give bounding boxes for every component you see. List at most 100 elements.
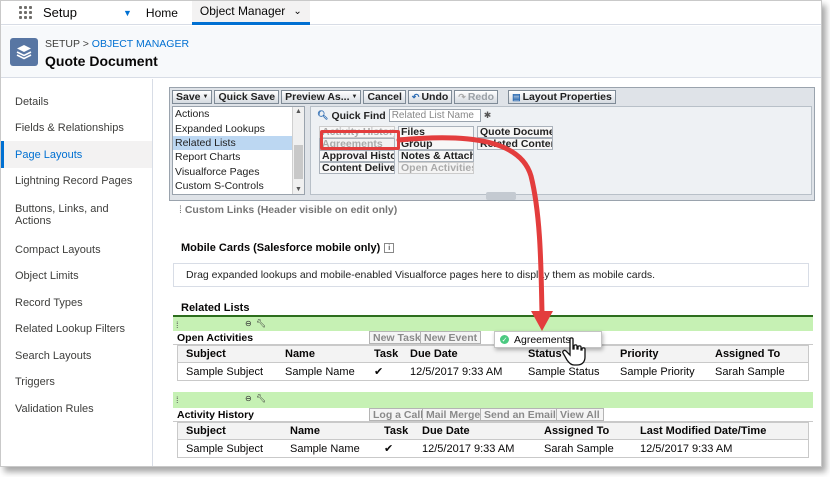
quick-save-button[interactable]: Quick Save — [214, 90, 280, 104]
table-cell: Sample Status — [528, 365, 600, 378]
quick-find: 🔍︎ Quick Find Related List Name ✱ — [317, 109, 491, 122]
palette-toolbar: Save ▼ Quick Save Preview As... ▼ Cancel ↶… — [172, 90, 616, 104]
scroll-down-icon[interactable]: ▼ — [295, 186, 302, 193]
app-launcher-icon[interactable] — [19, 5, 33, 20]
sidebar-item[interactable]: Object Limits — [1, 263, 152, 289]
table-cell: Sample Name — [290, 442, 360, 455]
scroll-up-icon[interactable]: ▲ — [295, 108, 302, 115]
layout-palette: Save ▼ Quick Save Preview As... ▼ Cancel ↶… — [169, 87, 815, 201]
nav-tab-object-manager[interactable]: Object Manager ⌄ — [191, 1, 310, 25]
main-content: Save ▼ Quick Save Preview As... ▼ Cancel ↶… — [153, 79, 821, 466]
redo-button[interactable]: ↷ Redo — [454, 90, 499, 104]
section-drag-bar[interactable]: ⁞ ⊖ 🔧︎ — [173, 315, 813, 331]
palette-item-open-activities[interactable]: Open Activities — [398, 162, 474, 174]
nav-home[interactable]: Home — [146, 6, 178, 20]
check-icon: ✓ — [500, 335, 509, 344]
palette-category-list[interactable]: Actions Expanded Lookups Related Lists Repo… — [172, 106, 305, 195]
palette-item-group[interactable]: Group — [398, 138, 474, 150]
table-header-row: Subject Name Task Due Date Assigned To Last M… — [178, 423, 808, 440]
palette-category-item[interactable]: Actions — [173, 107, 292, 121]
table-row: Sample Subject Sample Name ✔ 12/5/2017 9:33… — [178, 440, 808, 457]
log-a-call-button[interactable]: Log a Call — [369, 408, 428, 421]
drag-handle-icon[interactable]: ⁞ — [176, 320, 179, 330]
sidebar-item[interactable]: Page Layouts — [1, 141, 152, 168]
info-icon[interactable]: i — [384, 243, 395, 253]
column-header: Subject — [186, 348, 226, 360]
custom-links-note: (Header visible on edit only) — [257, 204, 398, 216]
chevron-down-icon[interactable]: ▼ — [123, 8, 132, 18]
custom-links-title: Custom Links — [184, 204, 255, 216]
new-event-button[interactable]: New Event — [420, 331, 482, 344]
sidebar-item[interactable]: Compact Layouts — [1, 236, 152, 263]
chevron-down-icon[interactable]: ⌄ — [293, 6, 301, 17]
related-list-name: Activity History — [177, 409, 255, 421]
mobile-cards-title: Mobile Cards (Salesforce mobile only) i — [181, 242, 395, 254]
sidebar-item[interactable]: Record Types — [1, 289, 152, 316]
app-name: Setup — [43, 5, 77, 20]
cancel-button[interactable]: Cancel — [363, 90, 406, 104]
sidebar: Details Fields & Relationships Page Layout… — [1, 79, 153, 466]
sidebar-item[interactable]: Fields & Relationships — [1, 115, 152, 141]
sidebar-item[interactable]: Triggers — [1, 369, 152, 395]
section-tools: ⊖ 🔧︎ — [245, 319, 266, 328]
sidebar-item[interactable]: Details — [1, 89, 152, 115]
sidebar-item[interactable]: Search Layouts — [1, 342, 152, 369]
palette-category-item[interactable]: Custom S-Controls — [173, 179, 292, 193]
breadcrumb-link[interactable]: OBJECT MANAGER — [92, 38, 189, 50]
undo-button[interactable]: ↶ Undo — [407, 90, 453, 104]
palette-item-related-content[interactable]: Related Content — [477, 138, 553, 150]
palette-category-item[interactable]: Related Lists — [173, 135, 292, 151]
redo-icon: ↷ — [458, 91, 466, 102]
new-task-button[interactable]: New Task — [369, 331, 425, 344]
palette-item-quote-documents[interactable]: Quote Documents — [477, 126, 553, 138]
section-drag-bar[interactable]: ⁞ ⊖ 🔧︎ — [173, 392, 813, 408]
related-list-header: Open Activities New Task New Event — [173, 331, 813, 345]
palette-item-files[interactable]: Files — [398, 126, 474, 138]
drag-handle-icon[interactable]: ⁞ — [176, 395, 179, 405]
view-all-button[interactable]: View All — [556, 408, 604, 421]
related-lists-title: Related Lists — [181, 302, 250, 314]
related-list-open-activities: ⁞ ⊖ 🔧︎ Open Activities New Task New Even… — [173, 315, 813, 381]
scroll-thumb[interactable] — [294, 145, 303, 179]
related-list-name: Open Activities — [177, 332, 254, 344]
mail-merge-button[interactable]: Mail Merge — [422, 408, 485, 421]
column-header: Last Modified Date/Time — [640, 425, 767, 437]
sidebar-item[interactable]: Validation Rules — [1, 395, 152, 422]
sidebar-item[interactable]: Buttons, Links, and Actions — [1, 194, 152, 236]
wrench-icon[interactable]: 🔧︎ — [256, 394, 266, 403]
table-header-row: Subject Name Task Due Date Status Priority Ass… — [178, 346, 808, 363]
save-button[interactable]: Save ▼ — [172, 90, 213, 104]
palette-resize-handle[interactable] — [486, 192, 516, 200]
send-an-email-button[interactable]: Send an Email — [480, 408, 560, 421]
mobile-cards-label: Mobile Cards (Salesforce mobile only) — [181, 242, 381, 254]
save-label: Save — [176, 91, 201, 103]
layout-properties-button[interactable]: ▤ Layout Properties — [508, 90, 616, 104]
palette-item-content-deliveries[interactable]: Content Deliveries — [319, 162, 395, 174]
palette-item-approval-history[interactable]: Approval History — [319, 150, 395, 162]
palette-category-item[interactable]: Visualforce Pages — [173, 165, 292, 179]
sidebar-item[interactable]: Related Lookup Filters — [1, 316, 152, 342]
nav-tab-label: Object Manager — [199, 4, 286, 18]
remove-icon[interactable]: ⊖ — [245, 394, 254, 403]
palette-category-item[interactable]: Expanded Lookups — [173, 121, 292, 135]
clear-icon[interactable]: ✱ — [484, 110, 492, 121]
sidebar-item[interactable]: Lightning Record Pages — [1, 168, 152, 194]
section-tools: ⊖ 🔧︎ — [245, 394, 266, 403]
hand-cursor-icon — [562, 337, 586, 366]
wrench-icon[interactable]: 🔧︎ — [256, 319, 266, 328]
palette-item-notes-attachments[interactable]: Notes & Attachments — [398, 150, 474, 162]
table-cell: Sample Subject — [186, 442, 264, 455]
table-cell: 12/5/2017 9:33 AM — [640, 442, 733, 455]
scrollbar[interactable]: ▲ ▼ — [292, 107, 304, 194]
quick-find-input[interactable]: Related List Name — [388, 109, 481, 122]
preview-as-button[interactable]: Preview As... ▼ — [281, 90, 362, 104]
chevron-down-icon: ▼ — [202, 94, 209, 100]
undo-label: Undo — [421, 91, 449, 103]
related-list-header: Activity History Log a Call Mail Merge S… — [173, 408, 813, 422]
remove-icon[interactable]: ⊖ — [245, 319, 254, 328]
breadcrumb: SETUP > OBJECT MANAGER — [45, 38, 189, 50]
column-header: Task — [374, 348, 399, 360]
column-header: Due Date — [422, 425, 470, 437]
mobile-cards-dropzone[interactable]: Drag expanded lookups and mobile-enabled… — [173, 263, 809, 287]
palette-category-item[interactable]: Report Charts — [173, 150, 292, 164]
